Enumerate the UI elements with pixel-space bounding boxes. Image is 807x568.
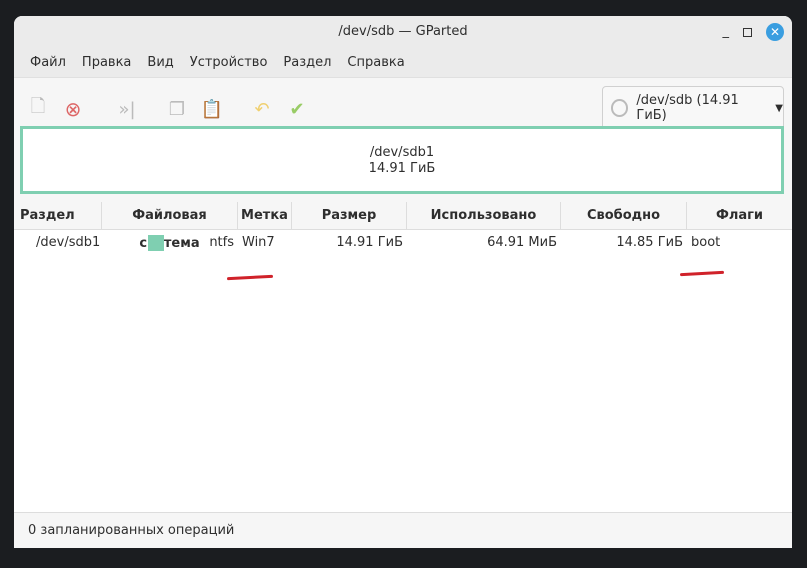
- cell-partition: /dev/sdb1: [36, 235, 101, 250]
- device-selector-value: /dev/sdb (14.91 ГиБ): [636, 93, 739, 123]
- cell-free: 14.85 ГиБ: [616, 235, 683, 250]
- cell-used: 64.91 МиБ: [487, 235, 557, 250]
- menu-help[interactable]: Справка: [339, 55, 412, 70]
- red-underline-flags: [679, 270, 725, 277]
- col-free[interactable]: Свободно: [561, 202, 687, 229]
- resize-move-icon[interactable]: »|: [115, 97, 139, 121]
- menu-edit[interactable]: Правка: [74, 55, 139, 70]
- status-bar: 0 запланированных операций: [14, 512, 792, 548]
- red-underline-label: [226, 274, 274, 281]
- col-partition[interactable]: Раздел: [14, 202, 102, 229]
- menu-device[interactable]: Устройство: [182, 55, 276, 70]
- fs-color-swatch: [148, 235, 164, 251]
- partition-table: Раздел Файловая система Метка Размер Исп…: [14, 202, 792, 512]
- col-size[interactable]: Размер: [292, 202, 407, 229]
- table-header: Раздел Файловая система Метка Размер Исп…: [14, 202, 792, 251]
- cell-flags: boot: [691, 235, 721, 250]
- device-selector[interactable]: /dev/sdb (14.91 ГиБ) ▼: [602, 86, 784, 130]
- col-flags[interactable]: Флаги: [687, 202, 792, 229]
- dropdown-arrow-icon: ▼: [775, 102, 783, 114]
- apply-icon[interactable]: ✔: [285, 97, 309, 121]
- undo-icon[interactable]: ↶: [250, 97, 274, 121]
- delete-icon[interactable]: ⊗: [61, 97, 85, 121]
- map-partition-size: 14.91 ГиБ: [368, 161, 436, 176]
- cell-label: Win7: [242, 235, 275, 250]
- table-row[interactable]: /dev/sdb1 ntfs Win7 14.91 ГиБ 64.91 МиБ …: [14, 230, 792, 256]
- minimize-icon[interactable]: _: [723, 16, 730, 48]
- col-label[interactable]: Метка: [238, 202, 292, 229]
- menu-bar: Файл Правка Вид Устройство Раздел Справк…: [14, 48, 792, 78]
- cell-filesystem: ntfs: [209, 235, 234, 250]
- col-filesystem[interactable]: Файловая система: [102, 202, 238, 251]
- menu-view[interactable]: Вид: [139, 55, 181, 70]
- new-partition-icon[interactable]: 🗋: [26, 96, 50, 121]
- col-used[interactable]: Использовано: [407, 202, 561, 229]
- paste-icon[interactable]: 📋: [200, 97, 224, 121]
- cell-size: 14.91 ГиБ: [336, 235, 403, 250]
- menu-file[interactable]: Файл: [22, 55, 74, 70]
- menu-partition[interactable]: Раздел: [275, 55, 339, 70]
- maximize-icon[interactable]: [743, 27, 752, 37]
- partition-map-sdb1[interactable]: /dev/sdb1 14.91 ГиБ: [20, 126, 784, 194]
- title-bar: /dev/sdb — GParted _ ✕: [14, 16, 792, 48]
- gparted-window: /dev/sdb — GParted _ ✕ Файл Правка Вид У…: [14, 16, 792, 548]
- map-partition-name: /dev/sdb1: [369, 145, 435, 160]
- close-icon[interactable]: ✕: [766, 23, 784, 41]
- copy-icon[interactable]: ❐: [165, 97, 189, 121]
- disk-icon: [611, 99, 629, 117]
- window-title: /dev/sdb — GParted: [338, 24, 468, 39]
